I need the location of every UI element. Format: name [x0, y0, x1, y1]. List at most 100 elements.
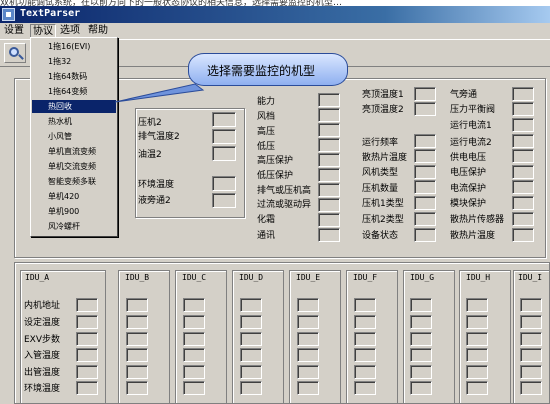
field-label: 运行电流1	[450, 121, 492, 131]
idu-header: IDU_A	[25, 273, 50, 282]
value-box	[512, 87, 534, 101]
menu-protocol[interactable]: 协议	[30, 24, 56, 38]
menu-item-smart-multi[interactable]: 智能变频多联	[32, 175, 116, 188]
idu-value-box	[183, 348, 205, 362]
menu-item-small-duct[interactable]: 小风管	[32, 130, 116, 143]
idu-row-label: 设定温度	[24, 318, 61, 328]
idu-value-box	[76, 381, 98, 395]
field-label: 能力	[257, 97, 276, 107]
idu-value-box	[410, 381, 432, 395]
value-box	[512, 180, 534, 194]
idu-value-box	[520, 381, 542, 395]
menu-settings[interactable]: 设置	[2, 24, 26, 38]
idu-value-box	[410, 365, 432, 379]
idu-value-box	[354, 298, 376, 312]
value-box	[414, 134, 436, 148]
idu-row-label: EXV步数	[24, 335, 61, 345]
idu-value-box	[183, 365, 205, 379]
idu-value-box	[240, 381, 262, 395]
value-box	[414, 228, 436, 242]
idu-header: IDU_B	[125, 273, 150, 282]
menu-item-single-900[interactable]: 单机900	[32, 205, 116, 218]
idu-header: IDU_D	[239, 273, 264, 282]
idu-header: IDU_G	[410, 273, 435, 282]
value-box	[318, 93, 340, 107]
field-label: 压机数量	[362, 184, 399, 194]
idu-value-box	[410, 298, 432, 312]
protocol-dropdown-menu: 1拖16(EVI) 1拖32 1拖64数码 1拖64变频 热回收 热水机 小风管…	[30, 37, 118, 237]
idu-value-box	[126, 332, 148, 346]
idu-value-box	[520, 365, 542, 379]
value-box	[512, 118, 534, 132]
idu-value-box	[76, 315, 98, 329]
idu-value-box	[240, 298, 262, 312]
callout-bubble: 选择需要监控的机型	[188, 53, 348, 86]
menu-item-1drag32[interactable]: 1拖32	[32, 55, 116, 68]
menu-item-water-heater[interactable]: 热水机	[32, 115, 116, 128]
idu-value-box	[297, 348, 319, 362]
value-box	[414, 102, 436, 116]
field-label: 亮顶温度2	[362, 105, 404, 115]
idu-value-box	[410, 348, 432, 362]
value-box	[212, 112, 236, 127]
value-box	[414, 212, 436, 226]
menu-item-single-420[interactable]: 单机420	[32, 190, 116, 203]
field-label: 油温2	[138, 150, 162, 160]
idu-value-box	[410, 315, 432, 329]
value-box	[512, 228, 534, 242]
field-label: 低压保护	[257, 171, 294, 181]
idu-value-box	[126, 365, 148, 379]
idu-value-box	[126, 381, 148, 395]
field-label: 压机2类型	[362, 215, 404, 225]
menu-options[interactable]: 选项	[58, 24, 82, 38]
idu-value-box	[466, 332, 488, 346]
idu-header: IDU_E	[296, 273, 321, 282]
value-box	[414, 180, 436, 194]
zoom-button[interactable]	[4, 43, 26, 63]
field-label: 压力平衡阀	[450, 105, 496, 115]
menu-item-single-ac-inverter[interactable]: 单机交流变频	[32, 160, 116, 173]
idu-value-box	[354, 332, 376, 346]
menu-item-single-dc-inverter[interactable]: 单机直流变频	[32, 145, 116, 158]
idu-value-box	[466, 298, 488, 312]
idu-value-box	[297, 365, 319, 379]
field-label: 散热片温度	[362, 153, 408, 163]
field-label: 电流保护	[450, 184, 487, 194]
field-label: 散热片温度	[450, 231, 496, 241]
field-label: 通讯	[257, 231, 276, 241]
idu-value-box	[466, 315, 488, 329]
menu-item-1drag16evi[interactable]: 1拖16(EVI)	[32, 40, 116, 53]
menu-item-heat-recovery[interactable]: 热回收	[32, 100, 116, 113]
value-box	[512, 212, 534, 226]
idu-header: IDU_H	[466, 273, 491, 282]
menu-help[interactable]: 帮助	[86, 24, 110, 38]
idu-value-box	[354, 348, 376, 362]
idu-value-box	[76, 365, 98, 379]
field-label: 供电电压	[450, 153, 487, 163]
value-box	[318, 198, 340, 212]
field-label: 气旁通	[450, 90, 478, 100]
value-box	[318, 183, 340, 197]
idu-value-box	[183, 332, 205, 346]
field-label: 散热片传感器	[450, 215, 505, 225]
idu-value-box	[297, 381, 319, 395]
value-box	[318, 213, 340, 227]
menu-item-1drag64-inverter[interactable]: 1拖64变频	[32, 85, 116, 98]
menu-item-1drag64-digital[interactable]: 1拖64数码	[32, 70, 116, 83]
field-label: 运行电流2	[450, 138, 492, 148]
value-box	[318, 153, 340, 167]
value-box	[512, 134, 534, 148]
idu-value-box	[240, 315, 262, 329]
idu-value-box	[240, 365, 262, 379]
value-box	[512, 102, 534, 116]
value-box	[318, 168, 340, 182]
field-label: 运行频率	[362, 138, 399, 148]
idu-value-box	[240, 348, 262, 362]
field-label: 高压保护	[257, 156, 294, 166]
menu-item-aircooled-screw[interactable]: 风冷螺杆	[32, 220, 116, 233]
field-label: 压机1类型	[362, 199, 404, 209]
value-box	[414, 149, 436, 163]
idu-value-box	[183, 315, 205, 329]
callout-text: 选择需要监控的机型	[207, 64, 316, 78]
idu-value-box	[466, 365, 488, 379]
